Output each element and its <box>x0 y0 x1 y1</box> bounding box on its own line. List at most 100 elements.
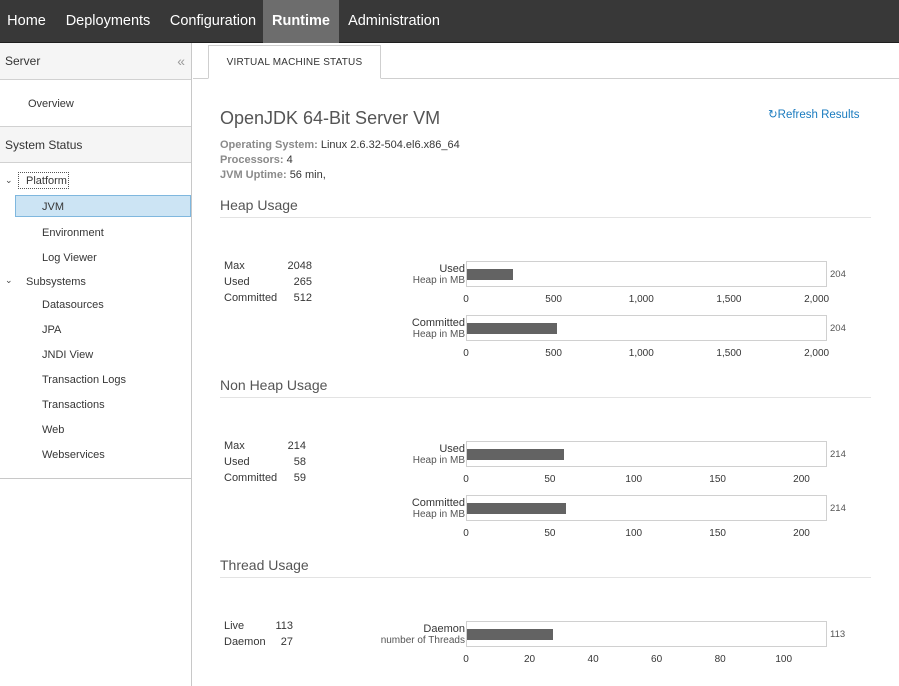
nonheap-used-value: 58 <box>293 456 306 468</box>
thread-tick-label: 80 <box>714 654 726 665</box>
sidebar-item-overview[interactable]: Overview <box>28 98 74 110</box>
nonheap-tick-label: 50 <box>544 528 556 539</box>
nav-tab-runtime[interactable]: Runtime <box>263 0 339 43</box>
bar-subtitle: Heap in MB <box>412 455 465 466</box>
heap-tick-label: 2,000 <box>804 294 830 305</box>
sidebar-item-transaction-logs[interactable]: Transaction Logs <box>42 374 126 386</box>
nonheap-tick-label: 50 <box>544 474 556 485</box>
sidebar: Server « Overview System Status ⌄ Platfo… <box>0 43 192 686</box>
sidebar-item-environment[interactable]: Environment <box>42 227 104 239</box>
heap-used-bar-max: 204 <box>830 269 846 280</box>
nonheap-used-bar <box>466 441 827 467</box>
bar-subtitle: Heap in MB <box>412 275 465 286</box>
thread-daemon-value: 27 <box>280 636 293 648</box>
heap-max-value: 2048 <box>287 260 312 272</box>
os-label: Operating System: <box>220 139 318 151</box>
sidebar-item-platform[interactable]: Platform <box>26 175 67 187</box>
nav-tab-configuration[interactable]: Configuration <box>163 0 263 43</box>
bar-subtitle: Heap in MB <box>412 509 465 520</box>
refresh-icon: ↻ <box>768 109 778 121</box>
sidebar-item-jndi-view[interactable]: JNDI View <box>42 349 93 361</box>
sidebar-item-log-viewer[interactable]: Log Viewer <box>42 252 97 264</box>
heap-committed-bar-fill <box>467 323 557 334</box>
heap-tick-label: 0 <box>463 348 469 359</box>
heap-tick-label: 500 <box>545 294 562 305</box>
heap-max-label: Max <box>224 260 245 272</box>
sidebar-item-webservices[interactable]: Webservices <box>42 449 105 461</box>
bar-title: Committed <box>411 317 465 329</box>
section-divider <box>220 397 871 398</box>
sidebar-divider <box>0 478 191 479</box>
thread-tick-label: 60 <box>651 654 663 665</box>
nav-tab-deployments[interactable]: Deployments <box>53 0 163 43</box>
nonheap-committed-bar-fill <box>467 503 566 514</box>
os-value: Linux 2.6.32-504.el6.x86_64 <box>320 139 460 151</box>
heap-committed-bar-label: Committed Heap in MB <box>353 317 465 341</box>
sidebar-item-subsystems[interactable]: Subsystems <box>26 276 86 288</box>
heap-tick-label: 1,500 <box>716 294 742 305</box>
nav-tab-home[interactable]: Home <box>0 0 53 43</box>
bar-title: Used <box>439 263 465 275</box>
nonheap-tick-label: 150 <box>709 474 726 485</box>
heap-used-value: 265 <box>293 276 312 288</box>
chevron-down-icon[interactable]: ⌄ <box>5 175 13 186</box>
heap-used-label: Used <box>224 276 250 288</box>
heap-used-bar-label: Used Heap in MB <box>353 263 465 287</box>
main-content: VIRTUAL MACHINE STATUS OpenJDK 64-Bit Se… <box>193 43 899 686</box>
top-navigation: Home Deployments Configuration Runtime A… <box>0 0 899 43</box>
server-header: Server « <box>0 43 191 80</box>
heap-tick-label: 1,000 <box>628 294 654 305</box>
sidebar-item-datasources[interactable]: Datasources <box>42 299 104 311</box>
tab-virtual-machine-status[interactable]: VIRTUAL MACHINE STATUS <box>208 45 381 79</box>
nonheap-used-bar-label: Used Heap in MB <box>353 443 465 467</box>
bar-title: Used <box>439 443 465 455</box>
heap-used-bar-fill <box>467 269 514 280</box>
thread-daemon-bar <box>466 621 827 647</box>
refresh-results-link[interactable]: ↻Refresh Results <box>768 107 859 121</box>
bar-subtitle: number of Threads <box>380 635 465 646</box>
nonheap-tick-label: 0 <box>463 474 469 485</box>
thread-daemon-bar-max: 113 <box>830 629 846 640</box>
thread-daemon-bar-label: Daemon number of Threads <box>353 623 465 647</box>
nonheap-committed-bar-max: 214 <box>830 503 846 514</box>
nonheap-max-label: Max <box>224 440 245 452</box>
nonheap-tick-label: 150 <box>709 528 726 539</box>
nonheap-tick-label: 200 <box>793 528 810 539</box>
thread-tick-label: 40 <box>587 654 599 665</box>
nonheap-tick-label: 200 <box>793 474 810 485</box>
nonheap-tick-label: 100 <box>625 528 643 539</box>
heap-usage-title: Heap Usage <box>220 197 298 213</box>
chevron-down-icon[interactable]: ⌄ <box>5 275 13 286</box>
sidebar-item-jpa[interactable]: JPA <box>42 324 61 336</box>
nonheap-tick-label: 100 <box>625 474 643 485</box>
heap-tick-label: 0 <box>463 294 469 305</box>
thread-live-label: Live <box>224 620 245 632</box>
nonheap-committed-value: 59 <box>293 472 306 484</box>
heap-tick-label: 1,000 <box>628 348 654 359</box>
sidebar-item-jvm[interactable]: JVM <box>42 201 64 213</box>
section-divider <box>220 577 871 578</box>
thread-tick-label: 100 <box>775 654 793 665</box>
bar-title: Daemon <box>423 623 465 635</box>
uptime-label: JVM Uptime: <box>220 169 287 181</box>
page-title: OpenJDK 64-Bit Server VM <box>220 108 441 128</box>
heap-tick-label: 2,000 <box>804 348 830 359</box>
thread-usage-title: Thread Usage <box>220 557 309 573</box>
uptime-value: 56 min, <box>289 169 326 181</box>
processors-info: Processors: 4 <box>220 154 293 166</box>
collapse-icon[interactable]: « <box>177 43 185 79</box>
non-heap-usage-title: Non Heap Usage <box>220 377 328 393</box>
sidebar-item-transactions[interactable]: Transactions <box>42 399 105 411</box>
section-divider <box>220 217 871 218</box>
nonheap-committed-bar-label: Committed Heap in MB <box>353 497 465 521</box>
nonheap-used-label: Used <box>224 456 250 468</box>
nav-tab-administration[interactable]: Administration <box>339 0 449 43</box>
heap-committed-bar <box>466 315 827 341</box>
sidebar-item-web[interactable]: Web <box>42 424 64 436</box>
thread-live-value: 113 <box>275 620 293 632</box>
os-info: Operating System: Linux 2.6.32-504.el6.x… <box>220 139 460 151</box>
refresh-label: Refresh Results <box>777 109 860 121</box>
system-status-label: System Status <box>5 138 83 152</box>
thread-tick-label: 20 <box>523 654 536 665</box>
heap-tick-label: 1,500 <box>716 348 742 359</box>
